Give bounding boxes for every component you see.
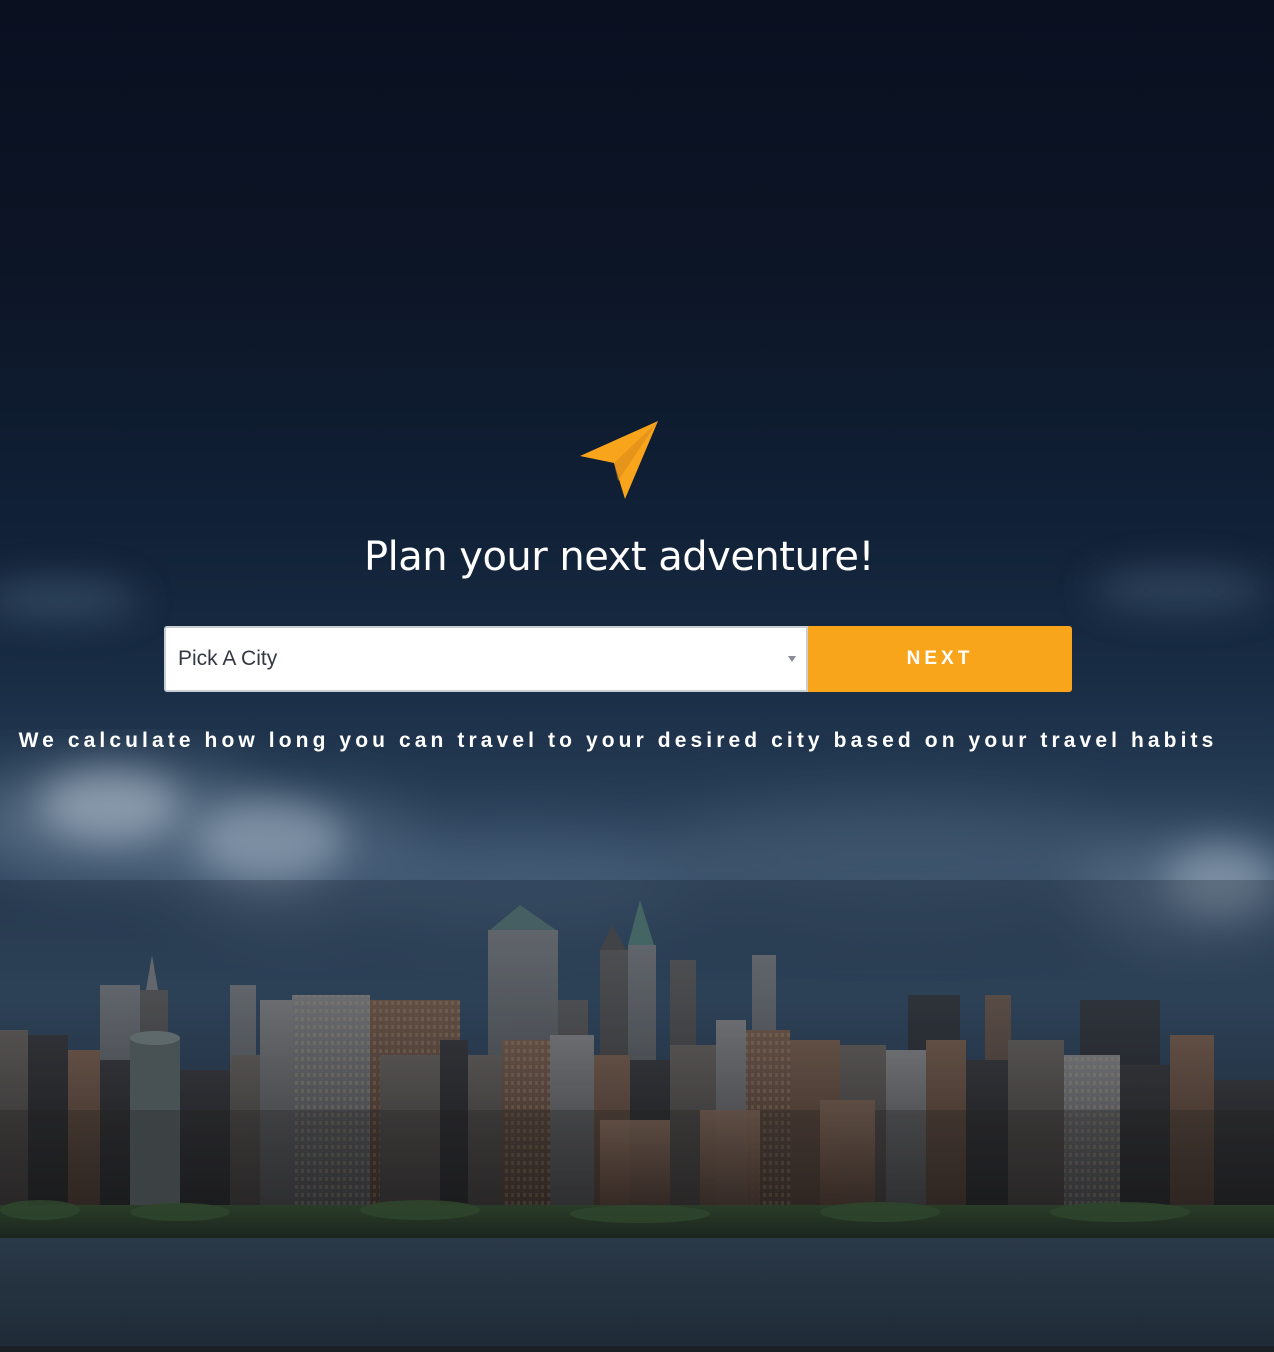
page-title: Plan your next adventure!	[363, 534, 875, 580]
next-button[interactable]: NEXT	[808, 626, 1072, 692]
hero-content: Plan your next adventure! Pick A City NE…	[0, 0, 1274, 1346]
city-select[interactable]: Pick A City	[164, 626, 808, 692]
paper-plane-icon	[580, 421, 658, 499]
bottom-edge	[0, 1346, 1274, 1352]
chevron-down-icon	[788, 656, 796, 662]
city-search-form: Pick A City NEXT	[164, 626, 1072, 692]
tagline: We calculate how long you can travel to …	[18, 729, 1218, 752]
city-select-value: Pick A City	[178, 647, 278, 670]
